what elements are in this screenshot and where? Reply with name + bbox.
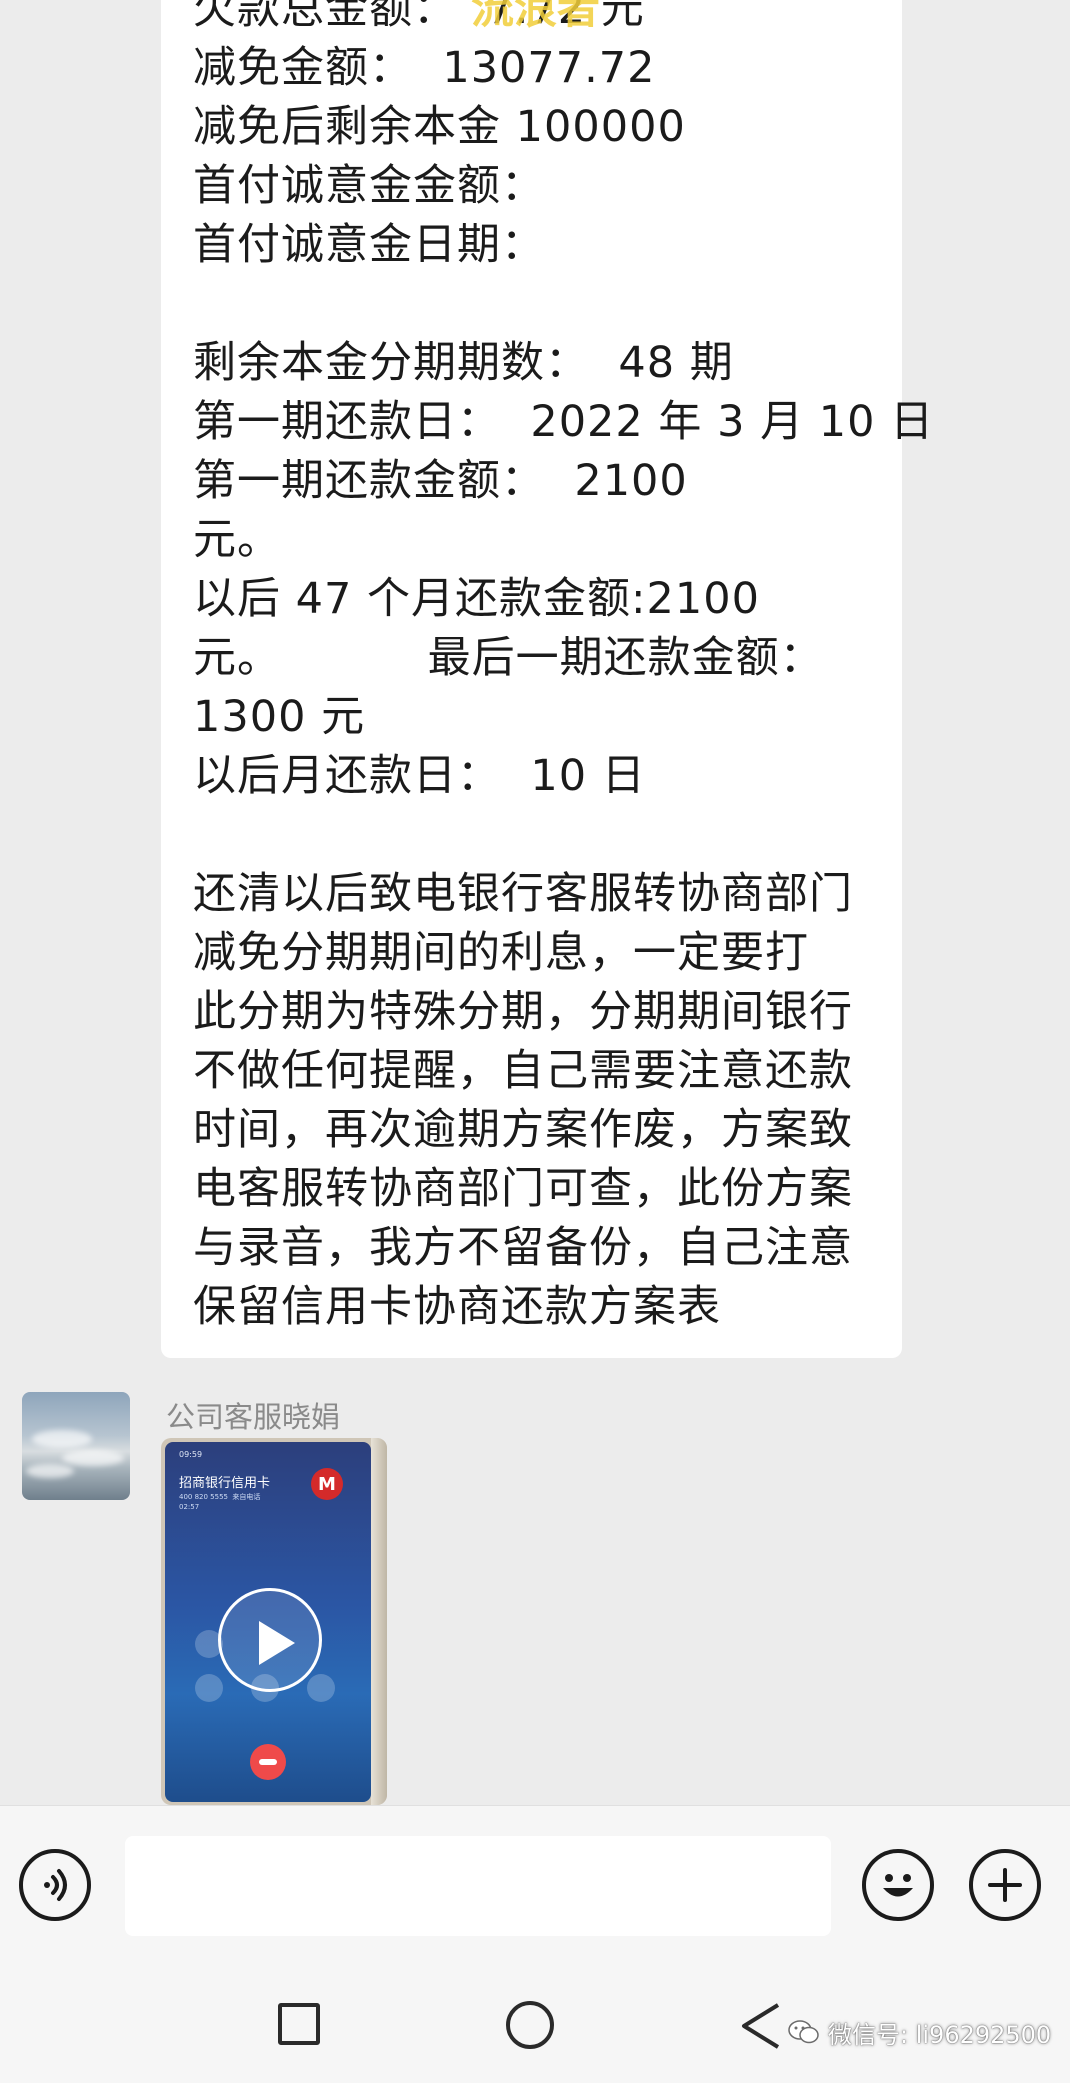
hangup-icon (250, 1744, 286, 1780)
message-line: 第一期还款金额： 2100 (193, 456, 688, 506)
phone-caller-title: 招商银行信用卡 (179, 1476, 271, 1491)
phone-caller-subtitle: 400 820 5555 来自电话 02:57 (179, 1493, 261, 1511)
voice-icon (44, 1869, 67, 1901)
message-line: 以后月还款日： 10 日 (193, 751, 646, 801)
message-line: 与录音，我方不留备份，自己注意 (193, 1223, 853, 1273)
message-text-block: 欠款总金额： 7.72 元 减免金额： 13077.72 减免后剩余本金 100… (193, 0, 934, 1337)
more-functions-button[interactable] (969, 1849, 1041, 1921)
bank-logo-icon: M (311, 1468, 343, 1500)
video-message-thumbnail[interactable]: 09:59 招商银行信用卡 400 820 5555 来自电话 02:57 M (161, 1438, 387, 1805)
wechat-watermark: 微信号: li96292500 (788, 2015, 1051, 2049)
message-line: 1300 元 (193, 692, 366, 742)
call-option-icon (195, 1674, 223, 1702)
phone-status-time: 09:59 (179, 1450, 203, 1459)
wechat-id-text: 微信号: li96292500 (828, 2020, 1052, 2049)
smiley-icon (883, 1874, 913, 1897)
emoji-button[interactable] (862, 1849, 934, 1921)
message-line: 元。 最后一期还款金额： (193, 633, 824, 683)
chat-input-bar (0, 1805, 1070, 1965)
message-line: 首付诚意金日期： (193, 220, 545, 270)
message-line: 剩余本金分期期数： 48 期 (193, 338, 734, 388)
message-line: 还清以后致电银行客服转协商部门 (193, 869, 853, 919)
message-line-blank (193, 806, 934, 865)
avatar[interactable] (22, 1392, 130, 1500)
message-line: 不做任何提醒，自己需要注意还款 (193, 1046, 853, 1096)
message-line: 首付诚意金金额： (193, 161, 545, 211)
message-line: 元。 (193, 515, 281, 565)
message-line: 减免金额： 13077.72 (193, 43, 656, 93)
recent-apps-button[interactable] (278, 2003, 320, 2045)
message-line: 保留信用卡协商还款方案表 (193, 1282, 721, 1332)
voice-input-button[interactable] (19, 1849, 91, 1921)
message-line: 电客服转协商部门可查，此份方案 (193, 1164, 853, 1214)
message-line: 以后 47 个月还款金额:2100 (193, 574, 760, 624)
message-line: 时间，再次逾期方案作废，方案致 (193, 1105, 853, 1155)
message-line: 第一期还款日： 2022 年 3 月 10 日 (193, 397, 935, 447)
message-input[interactable] (125, 1836, 831, 1936)
overlay-stamp-text: 流浪者 (471, 0, 600, 34)
call-option-icon (307, 1674, 335, 1702)
sender-name: 公司客服晓娟 (166, 1400, 341, 1434)
chat-area: 欠款总金额： 7.72 元 减免金额： 13077.72 减免后剩余本金 100… (0, 0, 1070, 1805)
message-line-blank (193, 275, 934, 334)
message-line: 此分期为特殊分期，分期期间银行 (193, 987, 853, 1037)
back-button[interactable] (738, 2001, 784, 2051)
home-button[interactable] (506, 2001, 554, 2049)
wechat-icon (788, 2020, 819, 2044)
play-icon[interactable] (218, 1588, 322, 1692)
message-line: 减免后剩余本金 100000 (193, 102, 686, 152)
phone-frame (371, 1438, 387, 1805)
message-line: 减免分期期间的利息，一定要打 (193, 928, 809, 978)
text-message-bubble[interactable]: 欠款总金额： 7.72 元 减免金额： 13077.72 减免后剩余本金 100… (161, 0, 933, 1358)
system-navigation-bar: 微信号: li96292500 (0, 1965, 1070, 2083)
